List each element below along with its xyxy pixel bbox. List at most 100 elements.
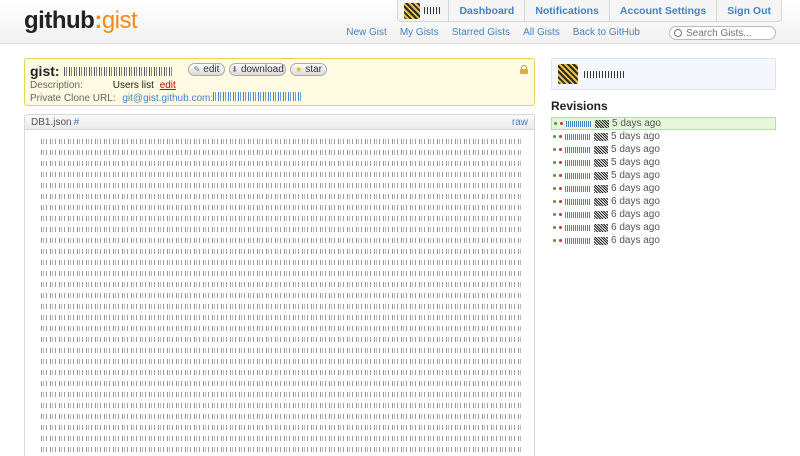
revision-item[interactable]: 6 days ago xyxy=(551,234,776,247)
edit-button-label: edit xyxy=(203,64,220,75)
download-icon: ⬇ xyxy=(231,65,238,74)
revision-marker xyxy=(559,200,562,203)
revision-sha[interactable] xyxy=(565,237,591,244)
dashboard-link[interactable]: Dashboard xyxy=(449,0,526,21)
edit-button[interactable]: ✎ edit xyxy=(188,63,225,76)
revision-marker xyxy=(553,148,556,151)
account-settings-link[interactable]: Account Settings xyxy=(610,0,718,21)
revision-marker xyxy=(560,122,563,125)
revision-sha[interactable] xyxy=(565,198,591,205)
revision-sha[interactable] xyxy=(565,146,591,153)
revision-item[interactable]: 5 days ago xyxy=(551,130,776,143)
revision-time: 6 days ago xyxy=(611,209,660,220)
search-input[interactable] xyxy=(686,27,774,39)
revision-item[interactable]: 6 days ago xyxy=(551,221,776,234)
lock-icon xyxy=(520,65,528,74)
revision-sha[interactable] xyxy=(565,159,591,166)
github-gist-logo[interactable]: github:gist xyxy=(24,7,138,35)
description-label: Description: xyxy=(30,80,83,91)
gist-owner-box xyxy=(551,58,776,90)
logo-gist-text: gist xyxy=(101,7,138,34)
description-edit-link[interactable]: edit xyxy=(160,80,176,91)
owner-name-redacted[interactable] xyxy=(584,70,626,78)
back-to-github-link[interactable]: Back to GitHub xyxy=(573,27,640,38)
revision-author xyxy=(594,132,608,141)
pencil-icon: ✎ xyxy=(193,65,201,74)
download-button[interactable]: ⬇ download xyxy=(229,63,286,76)
revisions-heading: Revisions xyxy=(551,99,608,113)
logo-github-text: github xyxy=(24,7,95,34)
revision-author xyxy=(594,158,608,167)
username-redacted xyxy=(424,7,443,14)
clone-url-value[interactable]: git@gist.github.com: xyxy=(122,93,213,104)
revision-marker xyxy=(553,226,556,229)
file-anchor-link[interactable]: # xyxy=(74,117,80,128)
revision-time: 6 days ago xyxy=(611,183,660,194)
revision-author xyxy=(594,145,608,154)
gist-id-redacted xyxy=(63,66,172,76)
my-gists-link[interactable]: My Gists xyxy=(400,27,439,38)
revision-sha[interactable] xyxy=(565,172,591,179)
sign-out-link[interactable]: Sign Out xyxy=(717,0,781,21)
file-name-text: DB1.json xyxy=(31,117,72,128)
revision-item[interactable]: 5 days ago xyxy=(551,117,776,130)
gist-title: gist: xyxy=(30,63,172,79)
star-button[interactable]: ★ star xyxy=(290,63,327,76)
file-content-redacted xyxy=(41,139,521,456)
user-bar: Dashboard Notifications Account Settings… xyxy=(397,0,782,22)
revision-sha[interactable] xyxy=(566,120,592,127)
revision-item[interactable]: 5 days ago xyxy=(551,169,776,182)
revision-marker xyxy=(559,174,562,177)
revision-author xyxy=(594,236,608,245)
revision-item[interactable]: 6 days ago xyxy=(551,182,776,195)
revision-sha[interactable] xyxy=(565,185,591,192)
revision-marker xyxy=(553,174,556,177)
revision-author xyxy=(594,223,608,232)
revision-author xyxy=(594,171,608,180)
user-avatar-link[interactable] xyxy=(398,0,450,21)
all-gists-link[interactable]: All Gists xyxy=(523,27,560,38)
revision-sha[interactable] xyxy=(565,211,591,218)
file-name: DB1.json # xyxy=(31,117,79,128)
avatar xyxy=(404,2,421,19)
gist-title-prefix: gist: xyxy=(30,63,60,79)
site-header: github:gist Dashboard Notifications Acco… xyxy=(0,0,800,44)
revision-item[interactable]: 5 days ago xyxy=(551,143,776,156)
notifications-link[interactable]: Notifications xyxy=(525,0,610,21)
revision-time: 5 days ago xyxy=(611,144,660,155)
owner-avatar[interactable] xyxy=(558,64,578,84)
file-header: DB1.json # raw xyxy=(25,115,534,130)
revision-marker xyxy=(553,200,556,203)
star-icon: ★ xyxy=(295,65,303,74)
clone-url-label: Private Clone URL: xyxy=(30,93,116,104)
revision-item[interactable]: 6 days ago xyxy=(551,195,776,208)
revision-marker xyxy=(559,148,562,151)
description-row: Description: Users list edit xyxy=(30,80,176,91)
revision-author xyxy=(595,119,609,128)
revision-item[interactable]: 6 days ago xyxy=(551,208,776,221)
starred-gists-link[interactable]: Starred Gists xyxy=(452,27,510,38)
gist-file: DB1.json # raw xyxy=(24,114,535,456)
revision-sha[interactable] xyxy=(565,224,591,231)
gist-subnav: New Gist My Gists Starred Gists All Gist… xyxy=(346,27,640,38)
revision-author xyxy=(594,184,608,193)
revision-time: 6 days ago xyxy=(611,196,660,207)
revisions-list: 5 days ago 5 days ago 5 days ago 5 days … xyxy=(551,117,776,247)
revision-sha[interactable] xyxy=(565,133,591,140)
revision-time: 6 days ago xyxy=(611,235,660,246)
revision-marker xyxy=(559,226,562,229)
revision-marker xyxy=(559,187,562,190)
revision-marker xyxy=(559,161,562,164)
star-button-label: star xyxy=(305,64,322,75)
new-gist-link[interactable]: New Gist xyxy=(346,27,387,38)
revision-marker xyxy=(559,213,562,216)
clone-url-row: Private Clone URL: git@gist.github.com: xyxy=(30,92,302,104)
search-box[interactable] xyxy=(669,26,776,40)
revision-marker xyxy=(553,239,556,242)
revision-time: 5 days ago xyxy=(612,118,661,129)
revision-marker xyxy=(553,187,556,190)
revision-item[interactable]: 5 days ago xyxy=(551,156,776,169)
revision-author xyxy=(594,210,608,219)
revision-time: 6 days ago xyxy=(611,222,660,233)
raw-link[interactable]: raw xyxy=(512,117,528,128)
